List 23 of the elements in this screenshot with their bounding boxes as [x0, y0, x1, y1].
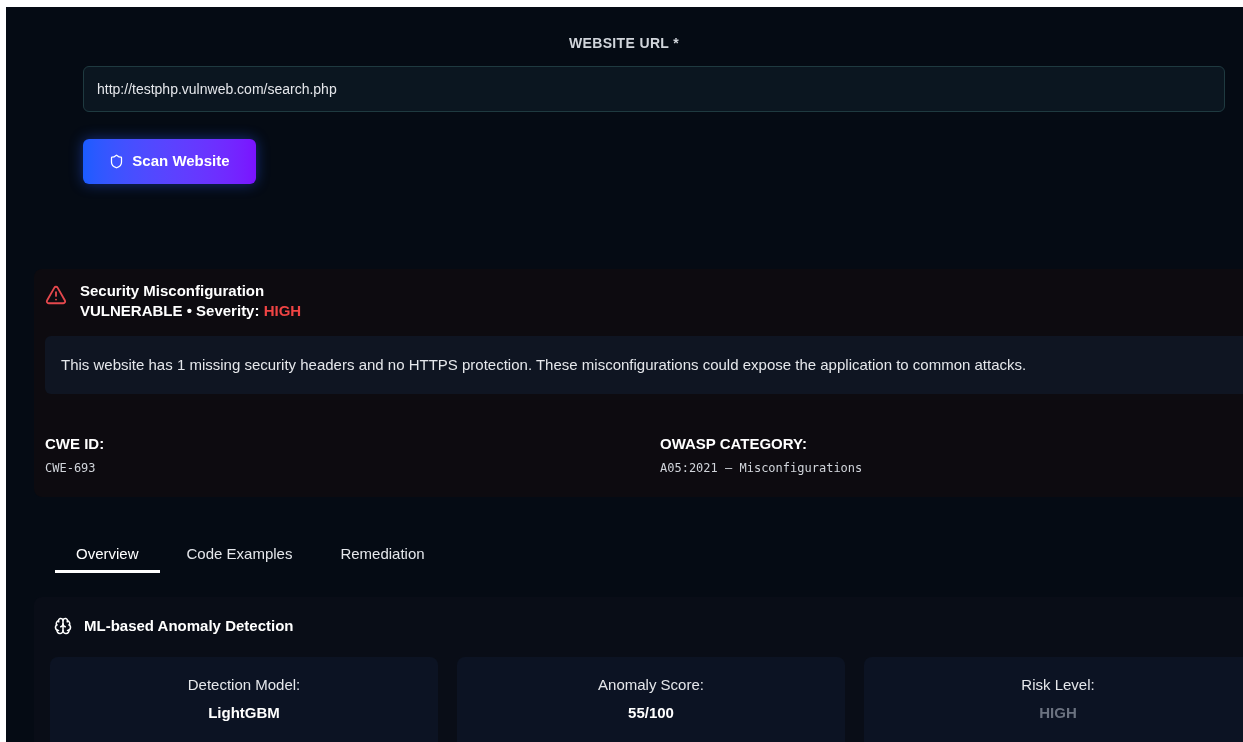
stat-value: LightGBM	[208, 702, 280, 723]
stat-label: Detection Model:	[187, 675, 301, 695]
brain-icon	[54, 616, 72, 635]
shield-icon	[109, 154, 125, 169]
url-input[interactable]: http://testphp.vulnweb.com/search.php	[83, 66, 1225, 112]
detail-value: CWE-693	[45, 459, 97, 477]
panel-title: ML-based Anomaly Detection	[84, 615, 294, 636]
stat-label: Risk Level:	[1021, 675, 1095, 695]
scan-website-button[interactable]: Scan Website	[83, 139, 256, 184]
field-label: WEBSITE URL *	[568, 34, 680, 53]
finding-title: Security Misconfiguration	[80, 281, 266, 301]
tab[interactable]: Overview	[55, 538, 160, 573]
detail-label: OWASP CATEGORY:	[660, 434, 808, 454]
stat-label: Anomaly Score:	[598, 675, 704, 695]
detail-label: CWE ID:	[45, 434, 106, 454]
warning-icon	[45, 284, 67, 306]
detail-value: A05:2021 – Misconfigurations	[660, 459, 864, 477]
stat-value: HIGH	[1039, 702, 1077, 723]
description-text: This website has 1 missing security headers and no HTTPS protection. These misconfigurations could expose the application to common attacks.	[61, 354, 1027, 375]
stat-value: 55/100	[628, 702, 674, 723]
tab[interactable]: Remediation	[319, 538, 446, 573]
tab[interactable]: Code Examples	[165, 538, 314, 573]
finding-status: VULNERABLE • Severity: HIGH	[80, 301, 302, 321]
